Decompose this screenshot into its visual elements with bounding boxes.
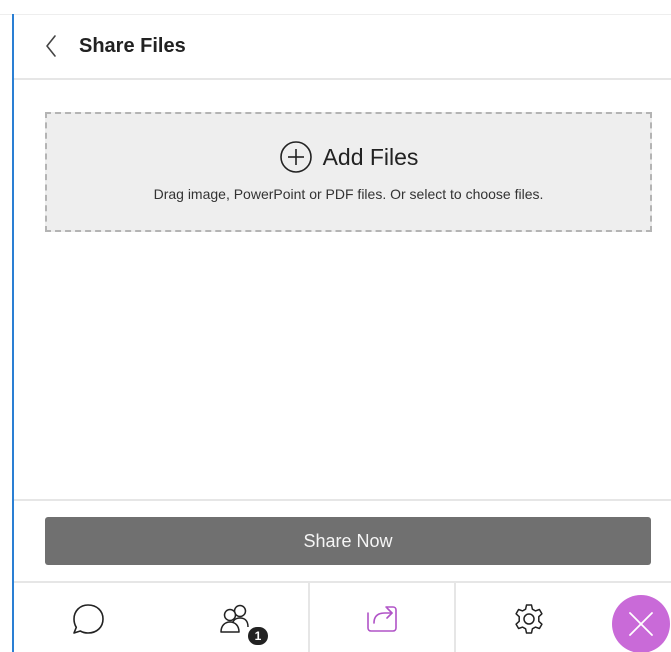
- share-now-button[interactable]: Share Now: [45, 517, 651, 565]
- back-button[interactable]: [40, 31, 62, 61]
- panel-header: Share Files: [14, 15, 671, 80]
- add-files-hint: Drag image, PowerPoint or PDF files. Or …: [153, 186, 544, 202]
- tab-share-content[interactable]: [308, 583, 456, 652]
- attendees-count-badge: 1: [248, 627, 268, 645]
- chat-bubble-icon: [73, 603, 104, 634]
- add-files-label: Add Files: [322, 143, 419, 170]
- tab-attendees[interactable]: 1: [162, 583, 308, 652]
- bottom-tab-bar: 1: [14, 581, 671, 652]
- share-files-panel: Share Files Add Files Drag image, PowerP…: [14, 15, 671, 652]
- chevron-left-icon: [46, 35, 56, 57]
- close-icon: [629, 612, 653, 636]
- footer-divider: [14, 499, 671, 501]
- add-files-row: Add Files: [47, 140, 650, 174]
- share-icon: [367, 605, 397, 632]
- close-panel-button[interactable]: [612, 595, 670, 652]
- top-strip: [0, 0, 671, 15]
- plus-circle-icon: [279, 141, 312, 173]
- tab-settings[interactable]: [456, 583, 602, 652]
- add-files-dropzone[interactable]: Add Files Drag image, PowerPoint or PDF …: [45, 112, 652, 232]
- app-frame: Share Files Add Files Drag image, PowerP…: [0, 0, 671, 652]
- panel-title: Share Files: [79, 35, 186, 57]
- gear-icon: [515, 603, 543, 634]
- tab-chat[interactable]: [14, 583, 162, 652]
